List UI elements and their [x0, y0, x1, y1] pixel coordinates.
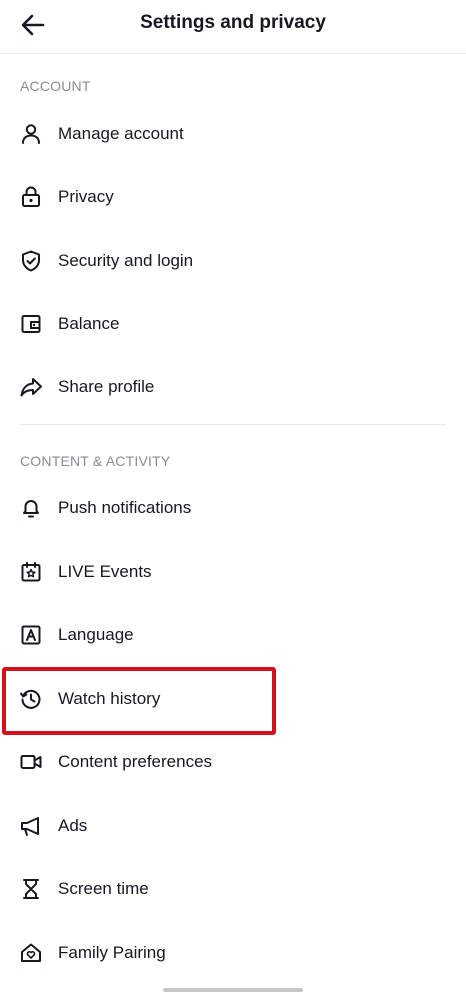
video-camera-icon: [19, 750, 43, 774]
settings-item-label: Manage account: [58, 124, 184, 143]
settings-item-screen-time[interactable]: Screen time: [0, 861, 466, 917]
settings-item-manage-account[interactable]: Manage account: [0, 106, 466, 162]
settings-item-push-notifications[interactable]: Push notifications: [0, 480, 466, 536]
shield-icon: [19, 249, 43, 273]
language-icon: [19, 623, 43, 647]
settings-item-label: LIVE Events: [58, 562, 152, 581]
history-icon: [19, 687, 43, 711]
settings-item-label: Security and login: [58, 251, 194, 270]
megaphone-icon: [19, 814, 43, 838]
page-title: Settings and privacy: [140, 12, 326, 33]
share-icon: [19, 375, 43, 399]
settings-item-label: Screen time: [58, 879, 149, 898]
home-indicator: [163, 988, 303, 992]
settings-item-content-preferences[interactable]: Content preferences: [0, 734, 466, 790]
settings-item-family-pairing[interactable]: Family Pairing: [0, 925, 466, 981]
settings-item-label: Ads: [58, 816, 88, 835]
section-divider: [20, 424, 446, 425]
settings-item-label: Content preferences: [58, 752, 213, 771]
section-title-account: ACCOUNT: [20, 78, 91, 94]
settings-item-label: Language: [58, 625, 134, 644]
house-heart-icon: [19, 941, 43, 965]
section-title-content-activity: CONTENT & ACTIVITY: [20, 453, 171, 469]
settings-item-label: Family Pairing: [58, 943, 166, 962]
lock-icon: [19, 185, 43, 209]
settings-item-share-profile[interactable]: Share profile: [0, 359, 466, 415]
settings-item-balance[interactable]: Balance: [0, 296, 466, 352]
hourglass-icon: [19, 877, 43, 901]
calendar-star-icon: [19, 560, 43, 584]
settings-item-label: Push notifications: [58, 498, 192, 517]
settings-item-label: Watch history: [58, 689, 161, 708]
wallet-icon: [19, 312, 43, 336]
settings-item-ads[interactable]: Ads: [0, 798, 466, 854]
header-bar: Settings and privacy: [0, 0, 466, 54]
settings-item-language[interactable]: Language: [0, 607, 466, 663]
settings-item-security-and-login[interactable]: Security and login: [0, 233, 466, 289]
settings-item-label: Balance: [58, 314, 120, 333]
settings-item-watch-history[interactable]: Watch history: [0, 671, 466, 727]
settings-item-label: Share profile: [58, 377, 155, 396]
settings-item-label: Privacy: [58, 187, 114, 206]
bell-icon: [19, 496, 43, 520]
person-icon: [19, 122, 43, 146]
settings-item-live-events[interactable]: LIVE Events: [0, 544, 466, 600]
settings-item-privacy[interactable]: Privacy: [0, 169, 466, 225]
